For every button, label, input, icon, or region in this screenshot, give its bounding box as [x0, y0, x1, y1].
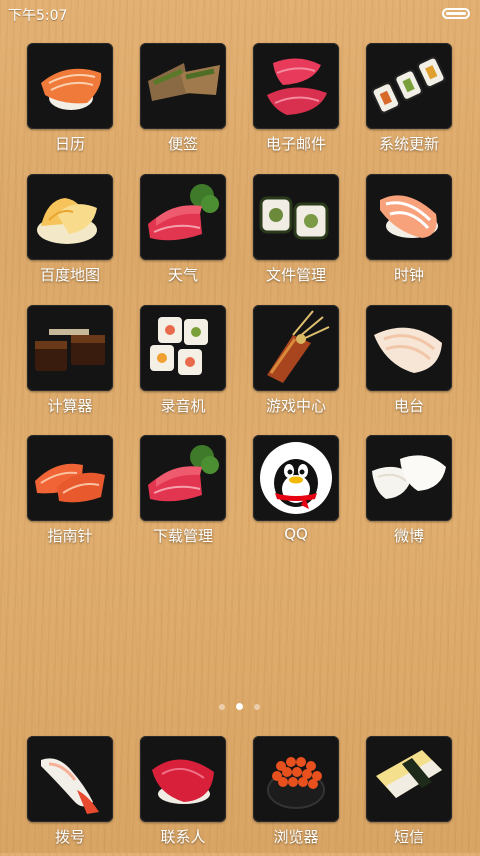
app-label: 计算器: [47, 397, 93, 415]
app-label: 指南针: [47, 527, 93, 545]
app-label: 下载管理: [152, 527, 213, 545]
page-dot-active[interactable]: [236, 703, 243, 710]
whitefish-nigiri-icon: [366, 305, 452, 391]
app-label: 时钟: [393, 266, 424, 284]
app-radio[interactable]: 电台: [359, 305, 459, 425]
app-weibo[interactable]: 微博: [359, 435, 459, 555]
page-indicator[interactable]: [0, 702, 480, 712]
app-label: QQ: [284, 525, 308, 543]
futomaki-roll-icon: [366, 43, 452, 129]
app-calculator[interactable]: 计算器: [20, 305, 120, 425]
battery-icon: [442, 8, 470, 19]
app-label: 电子邮件: [265, 135, 326, 153]
app-label: 游戏中心: [265, 397, 326, 415]
ikura-gunkan-icon: [253, 736, 339, 822]
app-label: 百度地图: [39, 266, 100, 284]
scallop-icon: [27, 174, 113, 260]
dock-app-browser[interactable]: 浏览器: [246, 736, 346, 856]
page-dot[interactable]: [254, 704, 260, 710]
page-dot[interactable]: [219, 704, 225, 710]
app-recorder[interactable]: 录音机: [133, 305, 233, 425]
app-label: 系统更新: [378, 135, 439, 153]
salmon-nigiri-icon: [27, 43, 113, 129]
app-label: 文件管理: [265, 266, 326, 284]
dumpling-icon: [140, 43, 226, 129]
tuna-sashimi-icon: [140, 435, 226, 521]
app-game-center[interactable]: 游戏中心: [246, 305, 346, 425]
app-email[interactable]: 电子邮件: [246, 43, 346, 163]
app-compass[interactable]: 指南针: [20, 435, 120, 555]
app-label: 浏览器: [273, 828, 319, 846]
app-label: 短信: [393, 828, 424, 846]
app-label: 天气: [167, 266, 198, 284]
app-label: 电台: [393, 397, 424, 415]
status-bar: 下午5:07: [0, 0, 480, 26]
tamago-nigiri-icon: [366, 736, 452, 822]
app-weather[interactable]: 天气: [133, 174, 233, 294]
qq-penguin-icon: [253, 435, 339, 521]
tuna-nigiri-icon: [140, 736, 226, 822]
app-file-manager[interactable]: 文件管理: [246, 174, 346, 294]
app-label: 录音机: [160, 397, 206, 415]
app-clock[interactable]: 时钟: [359, 174, 459, 294]
app-label: 拨号: [54, 828, 85, 846]
app-label: 微博: [393, 527, 424, 545]
status-time: 下午5:07: [8, 8, 68, 24]
maki-roll-icon: [253, 174, 339, 260]
dock-app-contacts[interactable]: 联系人: [133, 736, 233, 856]
app-system-update[interactable]: 系统更新: [359, 43, 459, 163]
dock-app-dialer[interactable]: 拨号: [20, 736, 120, 856]
tempura-roll-icon: [253, 305, 339, 391]
app-notes[interactable]: 便签: [133, 43, 233, 163]
california-roll-icon: [140, 305, 226, 391]
app-qq[interactable]: QQ: [246, 435, 346, 555]
eel-nigiri-icon: [27, 305, 113, 391]
dock-app-messages[interactable]: 短信: [359, 736, 459, 856]
app-label: 日历: [54, 135, 85, 153]
shrimp-icon: [27, 736, 113, 822]
squid-nigiri-icon: [366, 435, 452, 521]
app-download-manager[interactable]: 下载管理: [133, 435, 233, 555]
app-calendar[interactable]: 日历: [20, 43, 120, 163]
tuna-slices-icon: [253, 43, 339, 129]
app-baidu-map[interactable]: 百度地图: [20, 174, 120, 294]
app-label: 便签: [167, 135, 198, 153]
shrimp-nigiri-icon: [366, 174, 452, 260]
salmon-sashimi-icon: [27, 435, 113, 521]
tuna-sashimi-icon: [140, 174, 226, 260]
app-label: 联系人: [160, 828, 206, 846]
